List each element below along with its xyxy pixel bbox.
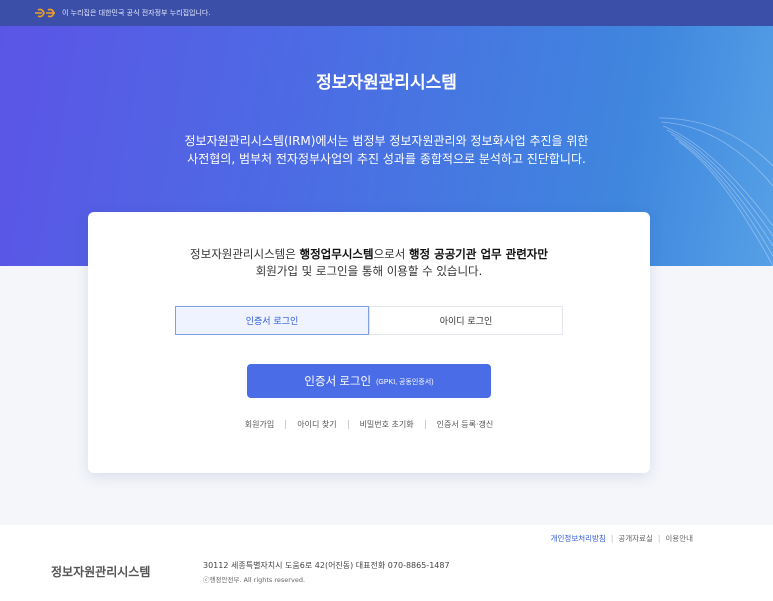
register-certificate-link[interactable]: 인증서 등록·갱신 [437, 419, 494, 430]
divider: | [610, 534, 614, 543]
footer-address: 30112 세종특별자치시 도움6로 42(어진동) 대표전화 070-8865… [203, 561, 450, 570]
public-data-link[interactable]: 공개자료실 [618, 533, 653, 544]
notice-line-2: 회원가입 및 로그인을 통해 이용할 수 있습니다. [255, 264, 483, 278]
divider [285, 420, 287, 429]
footer-brand: 정보자원관리시스템 [51, 565, 151, 579]
certificate-login-button[interactable]: 인증서 로그인 (GPKI, 공동인증서) [247, 364, 491, 398]
divider [347, 420, 349, 429]
login-notice: 정보자원관리시스템은 행정업무시스템으로서 행정 공공기관 업무 관련자만 회원… [88, 246, 650, 280]
login-card: 정보자원관리시스템은 행정업무시스템으로서 행정 공공기관 업무 관련자만 회원… [88, 212, 650, 473]
gov-banner-text: 이 누리집은 대한민국 공식 전자정부 누리집입니다. [62, 9, 211, 17]
gov-banner: 이 누리집은 대한민국 공식 전자정부 누리집입니다. [0, 0, 773, 26]
login-button-label: 인증서 로그인 [304, 376, 372, 388]
footer: 개인정보처리방침 | 공개자료실 | 이용안내 정보자원관리시스템 30112 … [0, 525, 773, 601]
find-id-link[interactable]: 아이디 찾기 [297, 419, 336, 430]
hero-description-line1: 정보자원관리시스템(IRM)에서는 범정부 정보자원관리와 정보화사업 추진을 … [184, 134, 589, 148]
privacy-policy-link[interactable]: 개인정보처리방침 [551, 533, 606, 544]
divider: | [657, 534, 661, 543]
hero-description-line2: 사전협의, 범부처 전자정부사업의 추진 성과를 종합적으로 분석하고 진단합니… [187, 152, 586, 166]
eg-logo-icon [34, 8, 56, 18]
account-links: 회원가입 아이디 찾기 비밀번호 초기화 인증서 등록·갱신 [88, 419, 650, 430]
signup-link[interactable]: 회원가입 [245, 419, 274, 430]
footer-copyright: ⓒ행정안전부. All rights reserved. [203, 576, 306, 584]
divider [424, 420, 426, 429]
page-title: 정보자원관리시스템 [316, 73, 457, 93]
login-tabs: 인증서 로그인 아이디 로그인 [175, 306, 563, 335]
hero-description: 정보자원관리시스템(IRM)에서는 범정부 정보자원관리와 정보화사업 추진을 … [0, 132, 773, 168]
reset-password-link[interactable]: 비밀번호 초기화 [360, 419, 414, 430]
notice-bold-2: 행정 공공기관 업무 관련자만 [408, 247, 548, 261]
tab-id-login[interactable]: 아이디 로그인 [369, 306, 563, 335]
login-button-sublabel: (GPKI, 공동인증서) [376, 379, 434, 386]
notice-text-2: 으로서 [373, 247, 409, 261]
footer-links: 개인정보처리방침 | 공개자료실 | 이용안내 [551, 533, 693, 544]
tab-certificate-login[interactable]: 인증서 로그인 [175, 306, 369, 335]
notice-text-1: 정보자원관리시스템은 [190, 247, 300, 261]
notice-bold-1: 행정업무시스템 [299, 247, 374, 261]
usage-guide-link[interactable]: 이용안내 [665, 533, 693, 544]
